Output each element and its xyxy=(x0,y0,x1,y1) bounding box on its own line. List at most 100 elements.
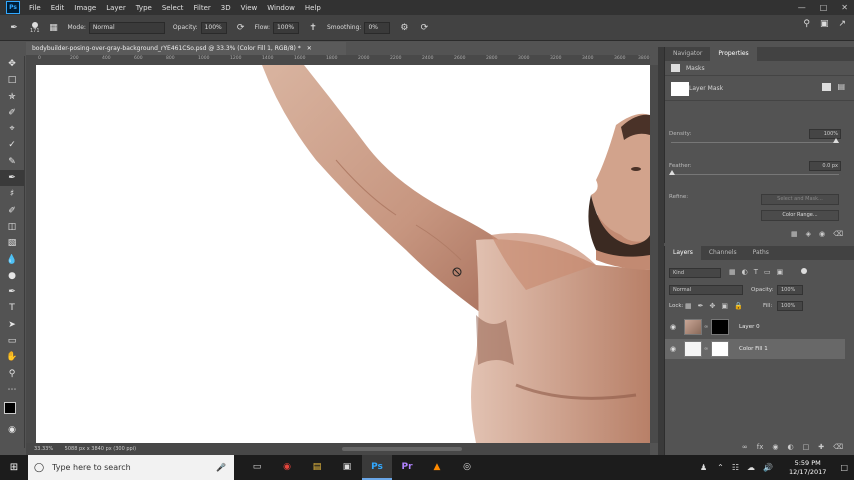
shape-tool-icon[interactable]: ▭ xyxy=(0,333,24,349)
store-icon[interactable]: ▣ xyxy=(332,455,362,480)
pressure-opacity-icon[interactable]: ⟳ xyxy=(235,22,247,34)
chain-link-icon[interactable]: ∞ xyxy=(704,324,708,330)
pixel-mask-icon[interactable] xyxy=(822,83,831,91)
filter-shape-icon[interactable]: ▭ xyxy=(764,268,771,276)
windows-start-icon[interactable]: ⊞ xyxy=(0,455,28,480)
gear-icon[interactable]: ⚙ xyxy=(398,22,410,34)
layer-opacity-field[interactable]: 100% xyxy=(777,285,803,295)
minimize-icon[interactable]: — xyxy=(798,3,806,12)
menu-select[interactable]: Select xyxy=(157,4,189,12)
document-canvas[interactable] xyxy=(36,65,650,443)
cloud-icon[interactable]: ☁ xyxy=(747,463,755,472)
document-tab[interactable]: bodybuilder-posing-over-gray-background_… xyxy=(26,42,346,55)
filter-smart-object-icon[interactable]: ▣ xyxy=(777,268,784,276)
lock-all-icon[interactable]: 🔒 xyxy=(734,302,743,310)
microphone-icon[interactable]: 🎤 xyxy=(216,463,226,472)
density-slider[interactable] xyxy=(671,142,839,143)
apply-mask-icon[interactable]: ◈ xyxy=(806,230,811,238)
adjustment-layer-icon[interactable]: ◐ xyxy=(787,443,793,451)
layer-row-color-fill-1[interactable]: ◉ ∞ Color Fill 1 xyxy=(665,339,845,359)
more-tools-icon[interactable]: ⋯ xyxy=(0,382,24,398)
quick-select-tool-icon[interactable]: ✐ xyxy=(0,105,24,121)
feather-field[interactable]: 0.0 px xyxy=(809,161,841,171)
lock-image-icon[interactable]: ✒ xyxy=(698,302,704,310)
dodge-tool-icon[interactable]: ● xyxy=(0,268,24,284)
lock-position-icon[interactable]: ✥ xyxy=(710,302,716,310)
feather-slider[interactable] xyxy=(671,174,839,175)
flow-field[interactable]: 100% xyxy=(272,21,299,34)
zoom-level[interactable]: 33.33% xyxy=(26,446,53,452)
file-explorer-icon[interactable]: ▤ xyxy=(302,455,332,480)
taskbar-search-box[interactable]: ◯ Type here to search 🎤 xyxy=(28,455,234,480)
delete-mask-icon[interactable]: ⌫ xyxy=(833,230,843,238)
maximize-icon[interactable]: □ xyxy=(820,3,828,12)
show-hidden-icons[interactable]: ⌃ xyxy=(717,463,724,472)
menu-type[interactable]: Type xyxy=(131,4,157,12)
premiere-pro-icon[interactable]: Pr xyxy=(392,455,422,480)
select-and-mask-button[interactable]: Select and Mask... xyxy=(761,194,839,205)
zoom-tool-icon[interactable]: ⚲ xyxy=(0,366,24,382)
brush-preset-picker[interactable]: 171 xyxy=(30,21,40,34)
eraser-tool-icon[interactable]: ◫ xyxy=(0,219,24,235)
tab-channels[interactable]: Channels xyxy=(701,246,745,260)
pen-tool-icon[interactable]: ✒ xyxy=(0,284,24,300)
delete-layer-icon[interactable]: ⌫ xyxy=(833,443,843,451)
menu-edit[interactable]: Edit xyxy=(46,4,70,12)
foreground-color-swatch[interactable] xyxy=(4,402,16,415)
add-mask-icon[interactable]: ◉ xyxy=(772,443,778,451)
tab-paths[interactable]: Paths xyxy=(745,246,777,260)
airbrush-icon[interactable]: ✝ xyxy=(307,22,319,34)
color-swatches[interactable] xyxy=(0,398,24,422)
visibility-eye-icon[interactable]: ◉ xyxy=(668,345,678,353)
notifications-icon[interactable]: □ xyxy=(840,463,848,472)
tab-navigator[interactable]: Navigator xyxy=(665,47,710,61)
horizontal-scrollbar[interactable] xyxy=(342,447,462,451)
density-slider-thumb[interactable] xyxy=(833,138,839,143)
brush-panel-icon[interactable]: ▦ xyxy=(48,22,60,34)
workspace-icon[interactable]: ▣ xyxy=(820,19,829,29)
chrome-icon[interactable]: ◉ xyxy=(272,455,302,480)
share-icon[interactable]: ↗ xyxy=(838,19,846,29)
vlc-icon[interactable]: ▲ xyxy=(422,455,452,480)
filter-adjustment-icon[interactable]: ◐ xyxy=(742,268,748,276)
smoothing-field[interactable]: 0% xyxy=(364,21,391,34)
network-icon[interactable]: ☷ xyxy=(732,463,739,472)
blend-mode-select[interactable]: Normal xyxy=(669,285,743,295)
menu-filter[interactable]: Filter xyxy=(188,4,215,12)
new-group-icon[interactable]: □ xyxy=(803,443,810,451)
opacity-field[interactable]: 100% xyxy=(200,21,227,34)
layer-mask-thumbnail[interactable] xyxy=(711,319,729,335)
layer-style-icon[interactable]: fx xyxy=(757,443,764,451)
type-tool-icon[interactable]: T xyxy=(0,300,24,316)
filter-pixel-icon[interactable]: ▦ xyxy=(729,268,736,276)
menu-window[interactable]: Window xyxy=(262,4,300,12)
people-icon[interactable]: ♟ xyxy=(700,463,707,472)
layer-filter-kind-select[interactable]: Kind xyxy=(669,268,721,278)
move-tool-icon[interactable]: ✥ xyxy=(0,56,24,72)
lock-transparent-icon[interactable]: ▦ xyxy=(685,302,692,310)
menu-help[interactable]: Help xyxy=(300,4,326,12)
brush-tool-active-icon[interactable]: ✒ xyxy=(0,170,24,187)
crop-tool-icon[interactable]: ⌖ xyxy=(0,121,24,137)
menu-layer[interactable]: Layer xyxy=(101,4,131,12)
filter-type-icon[interactable]: T xyxy=(754,268,758,276)
menu-file[interactable]: File xyxy=(24,4,46,12)
chain-link-icon[interactable]: ∞ xyxy=(704,346,708,352)
load-selection-icon[interactable]: ▦ xyxy=(791,230,798,238)
search-icon[interactable]: ⚲ xyxy=(803,19,810,29)
blur-tool-icon[interactable]: 💧 xyxy=(0,252,24,268)
menu-view[interactable]: View xyxy=(236,4,263,12)
tab-properties[interactable]: Properties xyxy=(710,47,757,61)
tab-layers[interactable]: Layers xyxy=(665,246,701,260)
quick-mask-icon[interactable]: ◉ xyxy=(0,422,24,438)
brush-tool-icon[interactable]: ✒ xyxy=(8,22,20,34)
gradient-tool-icon[interactable]: ▧ xyxy=(0,235,24,251)
layer-row-layer-0[interactable]: ◉ ∞ Layer 0 xyxy=(665,317,845,337)
hand-tool-icon[interactable]: ✋ xyxy=(0,349,24,365)
disable-mask-icon[interactable]: ◉ xyxy=(819,230,825,238)
mode-select[interactable]: Normal xyxy=(88,21,165,34)
clone-stamp-tool-icon[interactable]: ♯ xyxy=(0,186,24,202)
menu-3d[interactable]: 3D xyxy=(216,4,236,12)
path-select-tool-icon[interactable]: ➤ xyxy=(0,317,24,333)
marquee-tool-icon[interactable]: □ xyxy=(0,72,24,88)
